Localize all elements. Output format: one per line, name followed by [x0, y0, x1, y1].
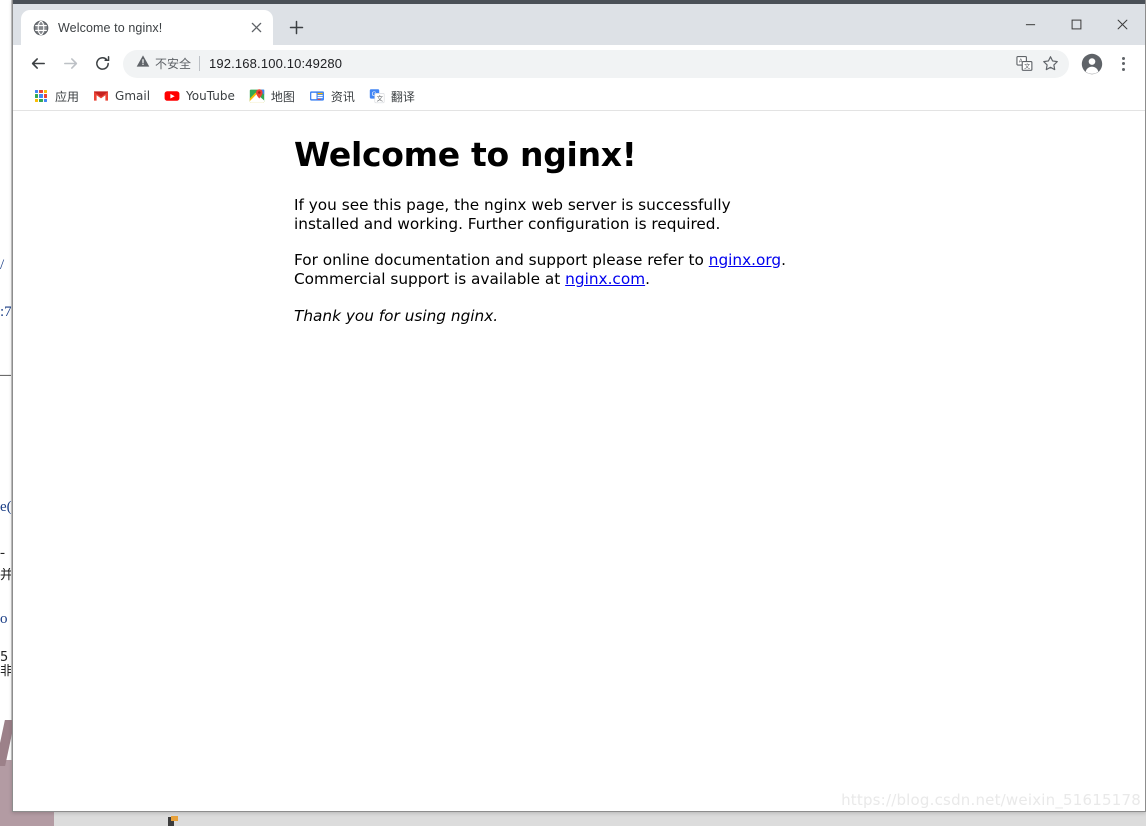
- reload-icon[interactable]: [87, 49, 117, 79]
- translate-icon[interactable]: A 文: [1011, 51, 1037, 77]
- bookmark-label: YouTube: [186, 89, 235, 103]
- apps-grid-icon: [33, 88, 49, 104]
- svg-text:文: 文: [1024, 63, 1030, 71]
- warning-triangle-icon: [136, 54, 150, 73]
- nginx-org-link[interactable]: nginx.org: [709, 251, 781, 269]
- omnibox-divider: [199, 56, 201, 71]
- nginx-welcome-page: Welcome to nginx! If you see this page, …: [13, 111, 1145, 326]
- bookmarks-bar: 应用 Gmail YouTube 地图 资讯 G 文 翻译: [13, 82, 1145, 111]
- close-button[interactable]: [1099, 4, 1145, 45]
- google-maps-icon: [249, 88, 265, 104]
- avatar[interactable]: [1077, 49, 1107, 79]
- bg-sliver-text: :7: [0, 305, 12, 320]
- page-title: Welcome to nginx!: [294, 135, 637, 174]
- youtube-icon: [164, 88, 180, 104]
- chrome-menu-icon[interactable]: [1109, 49, 1137, 79]
- address-bar[interactable]: 不安全 192.168.100.10:49280 A 文: [123, 49, 1069, 78]
- bookmark-item-apps[interactable]: 应用: [27, 85, 87, 108]
- bg-sliver-text: /: [0, 258, 5, 273]
- back-arrow-icon[interactable]: [23, 49, 53, 79]
- bookmark-item-translate[interactable]: G 文 翻译: [363, 85, 423, 108]
- security-status-chip[interactable]: 不安全: [136, 54, 191, 73]
- bookmark-item-youtube[interactable]: YouTube: [158, 85, 243, 108]
- intro-paragraph: If you see this page, the nginx web serv…: [294, 196, 731, 233]
- bookmark-label: 翻译: [390, 89, 415, 104]
- bookmark-item-news[interactable]: 资讯: [303, 85, 363, 108]
- taskbar-item-badge: [171, 816, 178, 821]
- window-controls: [1007, 4, 1145, 45]
- globe-icon: [33, 20, 49, 36]
- bg-sliver-text: 非: [0, 664, 12, 679]
- bg-sliver-text: o: [0, 612, 8, 627]
- browser-tab-active[interactable]: Welcome to nginx!: [21, 10, 273, 45]
- google-translate-icon: G 文: [369, 88, 385, 104]
- commercial-text-prefix: Commercial support is available at: [294, 270, 566, 288]
- url-text[interactable]: 192.168.100.10:49280: [209, 56, 1011, 71]
- maximize-button[interactable]: [1053, 4, 1099, 45]
- doc-text-period: .: [781, 251, 786, 269]
- nginx-com-link[interactable]: nginx.com: [565, 270, 645, 288]
- page-viewport: Welcome to nginx! If you see this page, …: [13, 111, 1145, 811]
- chrome-browser-window: Welcome to nginx! 不安全 192.168.100.10:492…: [12, 0, 1146, 812]
- menu-dot: [1121, 56, 1125, 60]
- bg-sliver-text: —: [0, 368, 11, 383]
- new-tab-button[interactable]: [281, 12, 311, 42]
- bg-sliver-text: e(: [0, 500, 12, 515]
- gmail-icon: [93, 88, 109, 104]
- security-status-text: 不安全: [155, 57, 192, 71]
- bookmark-item-maps[interactable]: 地图: [243, 85, 303, 108]
- bg-sliver-text: 5: [0, 650, 9, 665]
- toolbar-end-group: [1077, 49, 1137, 79]
- close-icon[interactable]: [247, 19, 265, 37]
- star-icon[interactable]: [1037, 51, 1063, 77]
- forward-arrow-icon: [55, 49, 85, 79]
- commercial-text-period: .: [645, 270, 650, 288]
- google-news-icon: [309, 88, 325, 104]
- doc-text-prefix: For online documentation and support ple…: [294, 251, 709, 269]
- thanks-paragraph: Thank you for using nginx.: [294, 307, 499, 325]
- browser-toolbar: 不安全 192.168.100.10:49280 A 文: [13, 45, 1145, 82]
- bookmark-label: 应用: [55, 89, 80, 104]
- tab-title: Welcome to nginx!: [58, 20, 163, 35]
- svg-text:文: 文: [376, 94, 383, 103]
- background-window-left-sliver: / :7 — e( - 并 o 5 非: [0, 0, 12, 826]
- bg-sliver-text: -: [0, 546, 5, 561]
- minimize-button[interactable]: [1007, 4, 1053, 45]
- bookmark-item-gmail[interactable]: Gmail: [87, 85, 158, 108]
- menu-dot: [1121, 62, 1125, 65]
- bookmark-label: 资讯: [330, 89, 355, 104]
- bookmark-label: Gmail: [115, 89, 151, 103]
- bookmark-label: 地图: [270, 89, 295, 104]
- tab-strip: Welcome to nginx!: [13, 4, 1145, 45]
- menu-dot: [1121, 67, 1125, 71]
- watermark-text: https://blog.csdn.net/weixin_51615178: [841, 791, 1141, 809]
- documentation-paragraph: For online documentation and support ple…: [294, 251, 794, 289]
- bg-sliver-text: 并: [0, 568, 12, 583]
